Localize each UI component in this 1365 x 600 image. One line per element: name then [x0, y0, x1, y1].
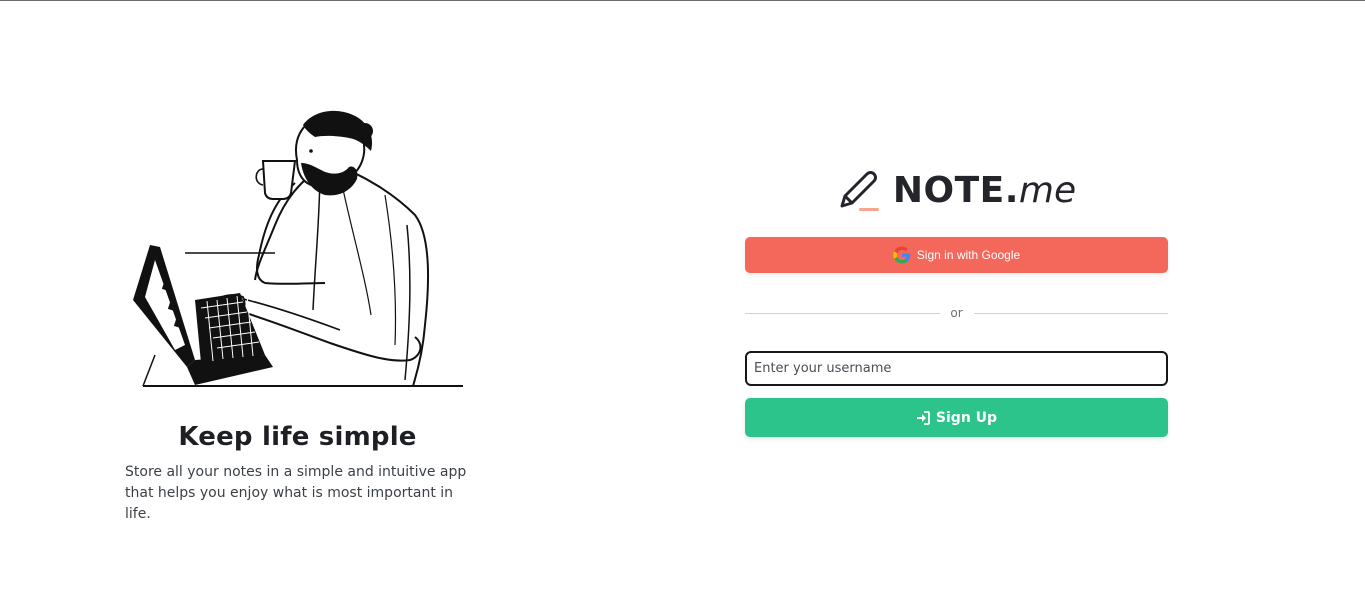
hero-description: Store all your notes in a simple and int… — [125, 464, 467, 522]
signup-label: Sign Up — [935, 409, 998, 426]
divider-line-left — [745, 312, 940, 314]
brand-logo: NOTE. me — [745, 160, 1168, 220]
or-divider: or — [745, 305, 1168, 321]
brand-suffix: me — [1018, 169, 1077, 211]
google-signin-button[interactable]: Sign in with Google — [745, 237, 1168, 273]
username-input[interactable] — [745, 351, 1168, 386]
hero-illustration — [125, 105, 470, 395]
login-page: Keep life simple Store all your notes in… — [0, 0, 1365, 600]
signup-button[interactable]: Sign Up — [745, 398, 1168, 437]
person-laptop-illustration-icon — [133, 110, 463, 387]
google-g-icon — [893, 246, 911, 264]
sign-in-icon — [916, 410, 930, 425]
brand-name: NOTE. — [892, 169, 1019, 211]
divider-line-right — [973, 312, 1168, 314]
google-signin-label: Sign in with Google — [916, 248, 1021, 262]
divider-text: or — [950, 306, 963, 320]
hero-title: Keep life simple — [178, 422, 417, 453]
pencil-icon — [837, 166, 881, 214]
